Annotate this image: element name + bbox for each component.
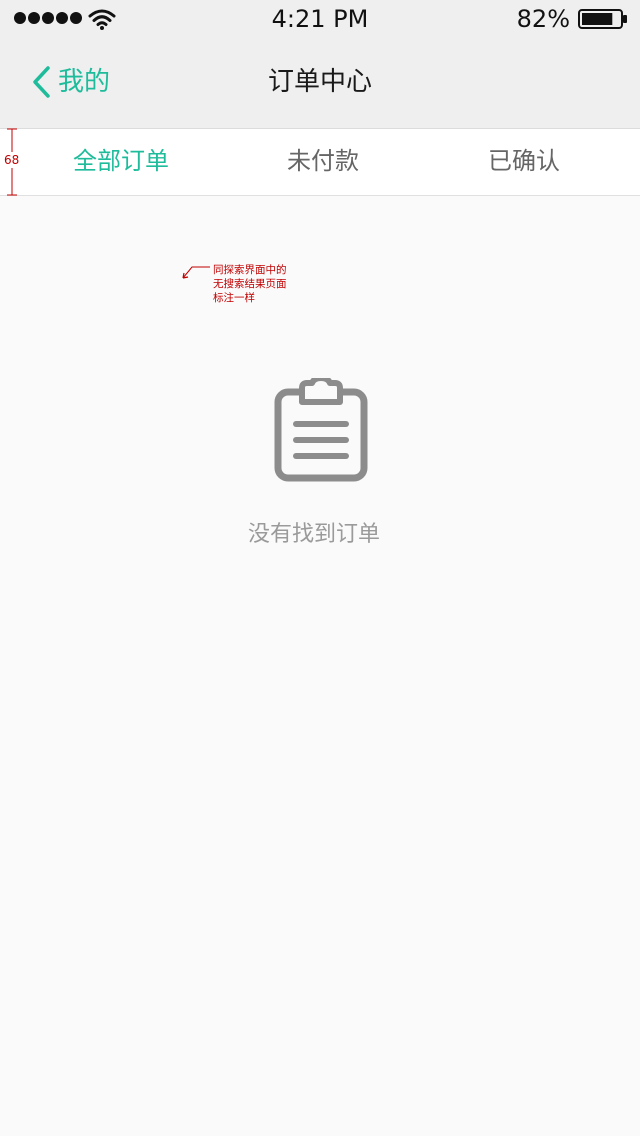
order-tabs: 全部订单 未付款 已确认 xyxy=(0,129,640,196)
design-note: 同探索界面中的 无搜索结果页面 标注一样 xyxy=(213,264,287,304)
battery-icon xyxy=(578,9,627,29)
status-bar: 4:21 PM 82% xyxy=(0,0,640,40)
tab-all-orders[interactable]: 全部订单 xyxy=(41,129,201,195)
annotation-arrow-icon xyxy=(182,266,210,279)
battery-percent: 82% xyxy=(516,5,570,33)
empty-state-message: 没有找到订单 xyxy=(247,522,380,547)
navigation-bar: 我的 订单中心 xyxy=(0,40,640,129)
clipboard-icon xyxy=(274,378,368,482)
order-center-screen: 4:21 PM 82% 我的 订单中心 全部订单 未付款 已确认 68 同探索界… xyxy=(0,0,640,1136)
tab-unpaid[interactable]: 未付款 xyxy=(243,129,403,195)
tab-height-label: 68 xyxy=(4,152,20,168)
tab-confirmed[interactable]: 已确认 xyxy=(444,129,604,195)
page-title: 订单中心 xyxy=(267,67,372,97)
